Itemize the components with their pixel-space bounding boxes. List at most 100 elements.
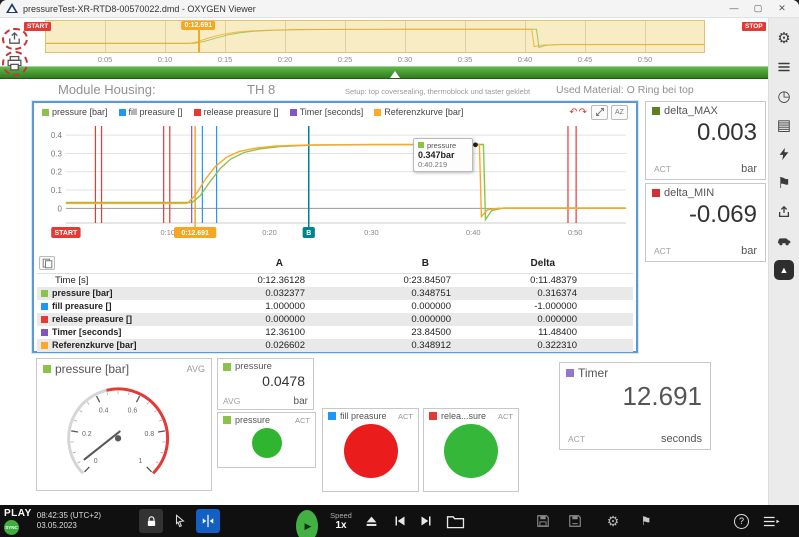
cursor-column-B: B [317, 255, 463, 273]
digital-mode: AVG [223, 396, 240, 406]
export-share-icon[interactable] [774, 202, 794, 222]
legend-item[interactable]: Referenzkurve [bar] [374, 107, 463, 117]
export-icon[interactable] [7, 31, 22, 46]
sync-clock-icon[interactable]: ◷ [774, 86, 794, 106]
left-rail [0, 20, 32, 80]
power-event-icon[interactable] [774, 144, 794, 164]
transport-status: PLAY SYNC 08:42:35 (UTC+2) 03.05.2023 [4, 505, 101, 537]
report-icon[interactable]: ▤ [774, 115, 794, 135]
vehicle-icon[interactable] [774, 231, 794, 251]
table-row: fill preasure []1.0000000.000000-1.00000… [37, 300, 633, 313]
channel-list-icon[interactable] [774, 57, 794, 77]
indicator-fill-color [328, 412, 336, 420]
svg-text:0: 0 [94, 458, 98, 465]
timer-meter: Timer 12.691 ACTseconds [559, 362, 711, 450]
sync-button[interactable]: SYNC [4, 520, 19, 535]
playback-position-caret[interactable] [390, 71, 400, 78]
legend-item[interactable]: fill preasure [] [119, 107, 183, 117]
cursor-cell: 11.48400 [463, 326, 589, 339]
svg-text:0.6: 0.6 [128, 408, 138, 415]
delta-max-label: delta_MAX [664, 105, 718, 117]
play-button[interactable]: ▶ [296, 510, 318, 537]
table-row: pressure [bar]0.0323770.3487510.316374 [37, 287, 633, 300]
window-title: pressureTest-XR-RTD8-00570022.dmd - OXYG… [23, 4, 256, 14]
minimize-button[interactable]: — [723, 3, 745, 14]
report-flag-icon: ⚑ [641, 514, 652, 528]
autoscale-button[interactable]: AZ [611, 105, 628, 120]
legend-item[interactable]: Timer [seconds] [290, 107, 364, 117]
timer-unit: seconds [661, 433, 702, 445]
recording-timeline: START 0:12.691 STOP 0:050:100:150:200:25… [0, 20, 768, 66]
timeline-marker-label: 0:12.691 [181, 21, 215, 30]
svg-text:0.4: 0.4 [51, 131, 63, 140]
digital-label: pressure [235, 361, 272, 372]
indicator-release-mode: ACT [498, 412, 513, 421]
undo-redo-zoom-icons[interactable]: ↶↷ [569, 107, 588, 118]
skip-to-end-button[interactable] [413, 505, 439, 537]
marker-flag-icon[interactable]: ⚑ [774, 173, 794, 193]
timer-mode: ACT [568, 434, 585, 444]
settings-gear-icon[interactable]: ⚙ [774, 28, 794, 48]
event-list-button[interactable] [758, 505, 784, 537]
timer-value: 12.691 [560, 383, 710, 431]
timeline-tick: 0:45 [578, 55, 593, 64]
maximize-button[interactable]: ▢ [747, 3, 769, 14]
save-button[interactable] [530, 505, 556, 537]
lock-button[interactable] [138, 505, 164, 537]
legend-item[interactable]: pressure [bar] [42, 107, 108, 117]
svg-text:0:20: 0:20 [262, 228, 277, 237]
timeline-band[interactable]: 0:12.691 [45, 20, 705, 53]
delta-min-color [652, 189, 660, 197]
zoom-tool-button[interactable] [591, 105, 608, 120]
tooltip-value: 0.347bar [418, 150, 468, 160]
settings-gear-icon: ⚙ [607, 513, 620, 530]
chart-plot-area[interactable]: 00.10.20.30.4START0:100:12.6910:20B0:300… [36, 121, 634, 254]
help-button[interactable]: ? [733, 505, 750, 537]
indicator-fill-mode: ACT [398, 412, 413, 421]
svg-text:0.3: 0.3 [51, 149, 63, 158]
app-logo-icon [6, 0, 18, 18]
clock: 08:42:35 (UTC+2) 03.05.2023 [37, 511, 101, 532]
recorder-chart-panel: pressure [bar] fill preasure [] release pr… [32, 101, 638, 353]
right-toolbar: ⚙ ◷ ▤ ⚑ ▲ [768, 18, 799, 505]
delta-min-mode: ACT [654, 246, 671, 256]
timeline-tick: 0:20 [278, 55, 293, 64]
cursor-tool-button[interactable] [167, 505, 193, 537]
transport-mode-label: PLAY [4, 508, 32, 519]
close-button[interactable]: ✕ [771, 3, 793, 14]
measure-cursor-button[interactable] [195, 505, 221, 537]
svg-text:0:30: 0:30 [364, 228, 379, 237]
report-flag-button[interactable]: ⚑ [633, 505, 659, 537]
open-file-button[interactable] [442, 505, 468, 537]
svg-text:0.2: 0.2 [51, 168, 63, 177]
legend-label: pressure [bar] [52, 107, 108, 117]
save-as-button[interactable] [562, 505, 588, 537]
indicator-pressure-mode: ACT [295, 416, 310, 425]
indicator-pressure: pressureACT [217, 412, 316, 468]
svg-text:0.2: 0.2 [82, 431, 92, 438]
eject-button[interactable] [358, 505, 384, 537]
legend-item[interactable]: release preasure [] [194, 107, 279, 117]
settings-button[interactable]: ⚙ [600, 505, 626, 537]
copy-table-button[interactable] [39, 256, 55, 270]
clock-time: 08:42:35 (UTC+2) [37, 511, 101, 521]
table-row: Referenzkurve [bar]0.0266020.3489120.322… [37, 339, 633, 352]
cursor-values-table: ABDeltaTime [s]0:12.361280:23.845070:11.… [37, 255, 633, 352]
delta-min-value: -0.069 [646, 202, 765, 243]
playback-position-strip[interactable] [0, 66, 768, 79]
svg-text:START: START [55, 230, 78, 237]
legend-color-square [42, 109, 49, 116]
svg-text:0:10: 0:10 [160, 228, 175, 237]
gauge-mode: AVG [187, 364, 205, 374]
legend-color-square [374, 109, 381, 116]
cursor-cell: 0.032377 [205, 287, 317, 300]
delta-max-unit: bar [741, 163, 757, 175]
skip-to-start-button[interactable] [387, 505, 413, 537]
dewetron-logo-badge[interactable]: ▲ [774, 260, 794, 280]
delta-min-unit: bar [741, 245, 757, 257]
print-icon[interactable] [6, 55, 23, 72]
timeline-tick: 0:05 [98, 55, 113, 64]
cursor-cell: 0.000000 [205, 313, 317, 326]
speed-control[interactable]: Speed 1x [326, 505, 356, 537]
digital-meter: pressure 0.0478 AVGbar [217, 358, 314, 410]
